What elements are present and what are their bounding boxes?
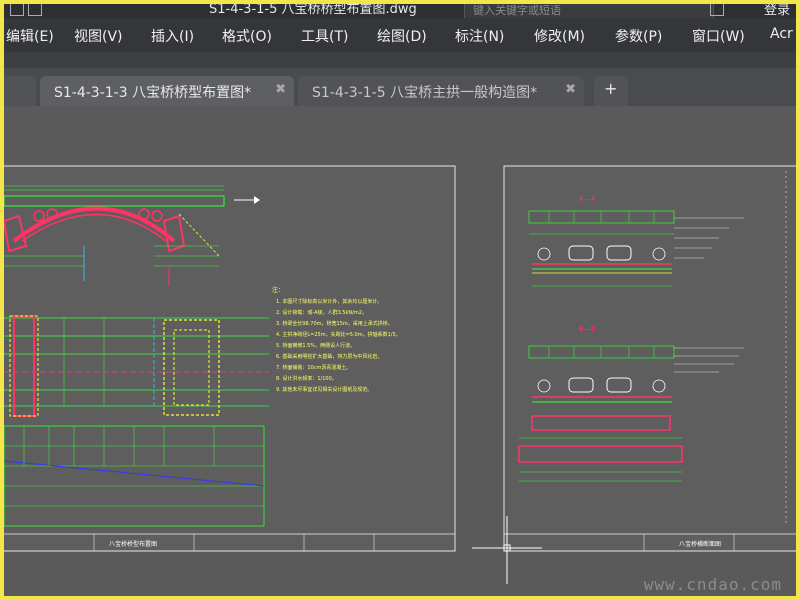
search-input[interactable]: 键入关键字或短语 [464,4,714,18]
menu-modify[interactable]: 修改(M) [534,26,585,46]
tab-label: S1-4-3-1-5 八宝桥主拱一般构造图* [312,85,538,101]
title-bar: S1-4-3-1-5 八宝桥桥型布置图.dwg 键入关键字或短语 登录 [4,4,796,18]
app-menu-icon[interactable] [10,4,24,16]
ribbon-strip [4,52,796,68]
menu-insert[interactable]: 插入(I) [151,26,194,46]
menu-parameter[interactable]: 参数(P) [615,26,662,46]
note-line: 3. 桥梁全长98.70m，桥宽15m，采用上承式拱桥。 [276,320,393,327]
note-line: 1. 本图尺寸除标高以米计外，其余均以厘米计。 [276,298,382,305]
note-line: 注： [272,286,284,294]
sheet2-title-text: 八宝桥横断面图 [679,540,721,548]
note-line: 4. 主拱净跨径L=25m，矢跨比=5.0m，拱轴系数1/5。 [276,331,401,338]
menu-tools[interactable]: 工具(T) [301,26,348,46]
tab-label: S1-4-3-1-3 八宝桥桥型布置图* [54,85,252,101]
quick-access-icon[interactable] [28,4,42,16]
section-b-label: B—B [579,325,596,333]
file-tab-bar: S1-4-3-1-3 八宝桥桥型布置图* ✖ S1-4-3-1-5 八宝桥主拱一… [4,68,796,106]
app-window: S1-4-3-1-5 八宝桥桥型布置图.dwg 键入关键字或短语 登录 编辑(E… [0,0,800,600]
tab-bridge-layout[interactable]: S1-4-3-1-3 八宝桥桥型布置图* ✖ [40,76,294,106]
drawing-canvas[interactable]: 八宝桥桥型布置图 注： 1. 本图尺寸除标高以米计外，其余均以厘米计。 2. 设… [4,106,796,596]
note-line: 6. 基础采用明挖扩大基础，持力层为中风化岩。 [276,353,382,360]
sheet-2: 八宝桥横断面图 A—A B—B [503,165,796,552]
search-placeholder: 键入关键字或短语 [473,4,561,17]
menu-format[interactable]: 格式(O) [222,26,272,46]
plus-icon: + [604,79,618,98]
tab-start[interactable] [4,76,36,106]
menu-dimension[interactable]: 标注(N) [455,26,504,46]
menu-bar: 编辑(E) 视图(V) 插入(I) 格式(O) 工具(T) 绘图(D) 标注(N… [4,18,796,52]
note-line: 7. 桥面铺装：10cm沥青混凝土。 [276,364,351,371]
sheet1-title-text: 八宝桥桥型布置图 [109,540,157,548]
new-tab-button[interactable]: + [594,76,628,106]
window-title: S1-4-3-1-5 八宝桥桥型布置图.dwg [209,4,417,17]
section-a-label: A—A [579,195,596,203]
sheet-1: 八宝桥桥型布置图 注： 1. 本图尺寸除标高以米计外，其余均以厘米计。 2. 设… [4,165,456,552]
watermark-text: www.cndao.com [643,575,782,594]
menu-window[interactable]: 窗口(W) [692,26,745,46]
cad-drawing: 八宝桥桥型布置图 注： 1. 本图尺寸除标高以米计外，其余均以厘米计。 2. 设… [4,165,796,584]
close-icon[interactable]: ✖ [275,82,286,97]
menu-edit[interactable]: 编辑(E) [6,26,54,46]
note-line: 8. 设计洪水频率：1/100。 [276,375,337,382]
note-line: 5. 桥面横坡1.5%，两侧设人行道。 [276,342,355,349]
login-link[interactable]: 登录 [764,4,790,18]
tab-main-arch[interactable]: S1-4-3-1-5 八宝桥主拱一般构造图* ✖ [298,76,584,106]
note-line: 2. 设计荷载：城-A级，人群3.5kN/m2。 [276,309,367,316]
note-line: 9. 其他未尽事宜详见相关设计图纸及规范。 [276,386,372,393]
close-icon[interactable]: ✖ [565,82,576,97]
user-icon[interactable] [710,4,724,16]
menu-acrobat[interactable]: Acr [770,26,793,42]
menu-draw[interactable]: 绘图(D) [377,26,427,46]
menu-view[interactable]: 视图(V) [74,26,123,46]
